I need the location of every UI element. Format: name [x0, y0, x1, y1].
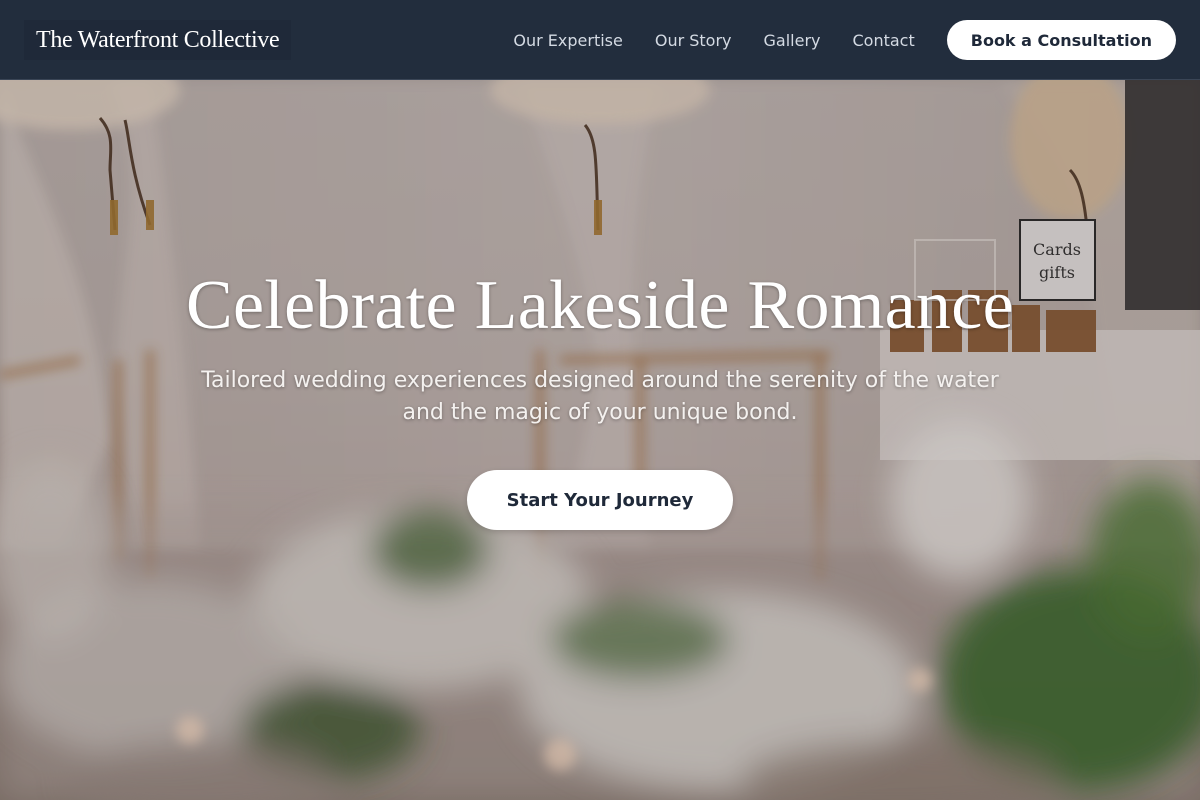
site-header: The Waterfront Collective Our Expertise …	[0, 0, 1200, 80]
brand-logo[interactable]: The Waterfront Collective	[24, 20, 292, 60]
book-consultation-button[interactable]: Book a Consultation	[946, 20, 1176, 60]
nav-link-our-story[interactable]: Our Story	[655, 31, 732, 50]
nav-link-gallery[interactable]: Gallery	[764, 31, 821, 50]
main-nav: Our Expertise Our Story Gallery Contact …	[513, 0, 1176, 80]
hero-title: Celebrate Lakeside Romance	[186, 267, 1014, 344]
page: The Waterfront Collective Our Expertise …	[0, 0, 1200, 800]
nav-link-our-expertise[interactable]: Our Expertise	[513, 31, 622, 50]
hero-overlay	[0, 80, 1200, 800]
hero-section: Cards gifts Celebrate Lakeside Romance T…	[0, 80, 1200, 800]
nav-link-contact[interactable]: Contact	[853, 31, 915, 50]
hero-subtitle: Tailored wedding experiences designed ar…	[201, 368, 999, 425]
start-journey-button[interactable]: Start Your Journey	[467, 470, 733, 530]
